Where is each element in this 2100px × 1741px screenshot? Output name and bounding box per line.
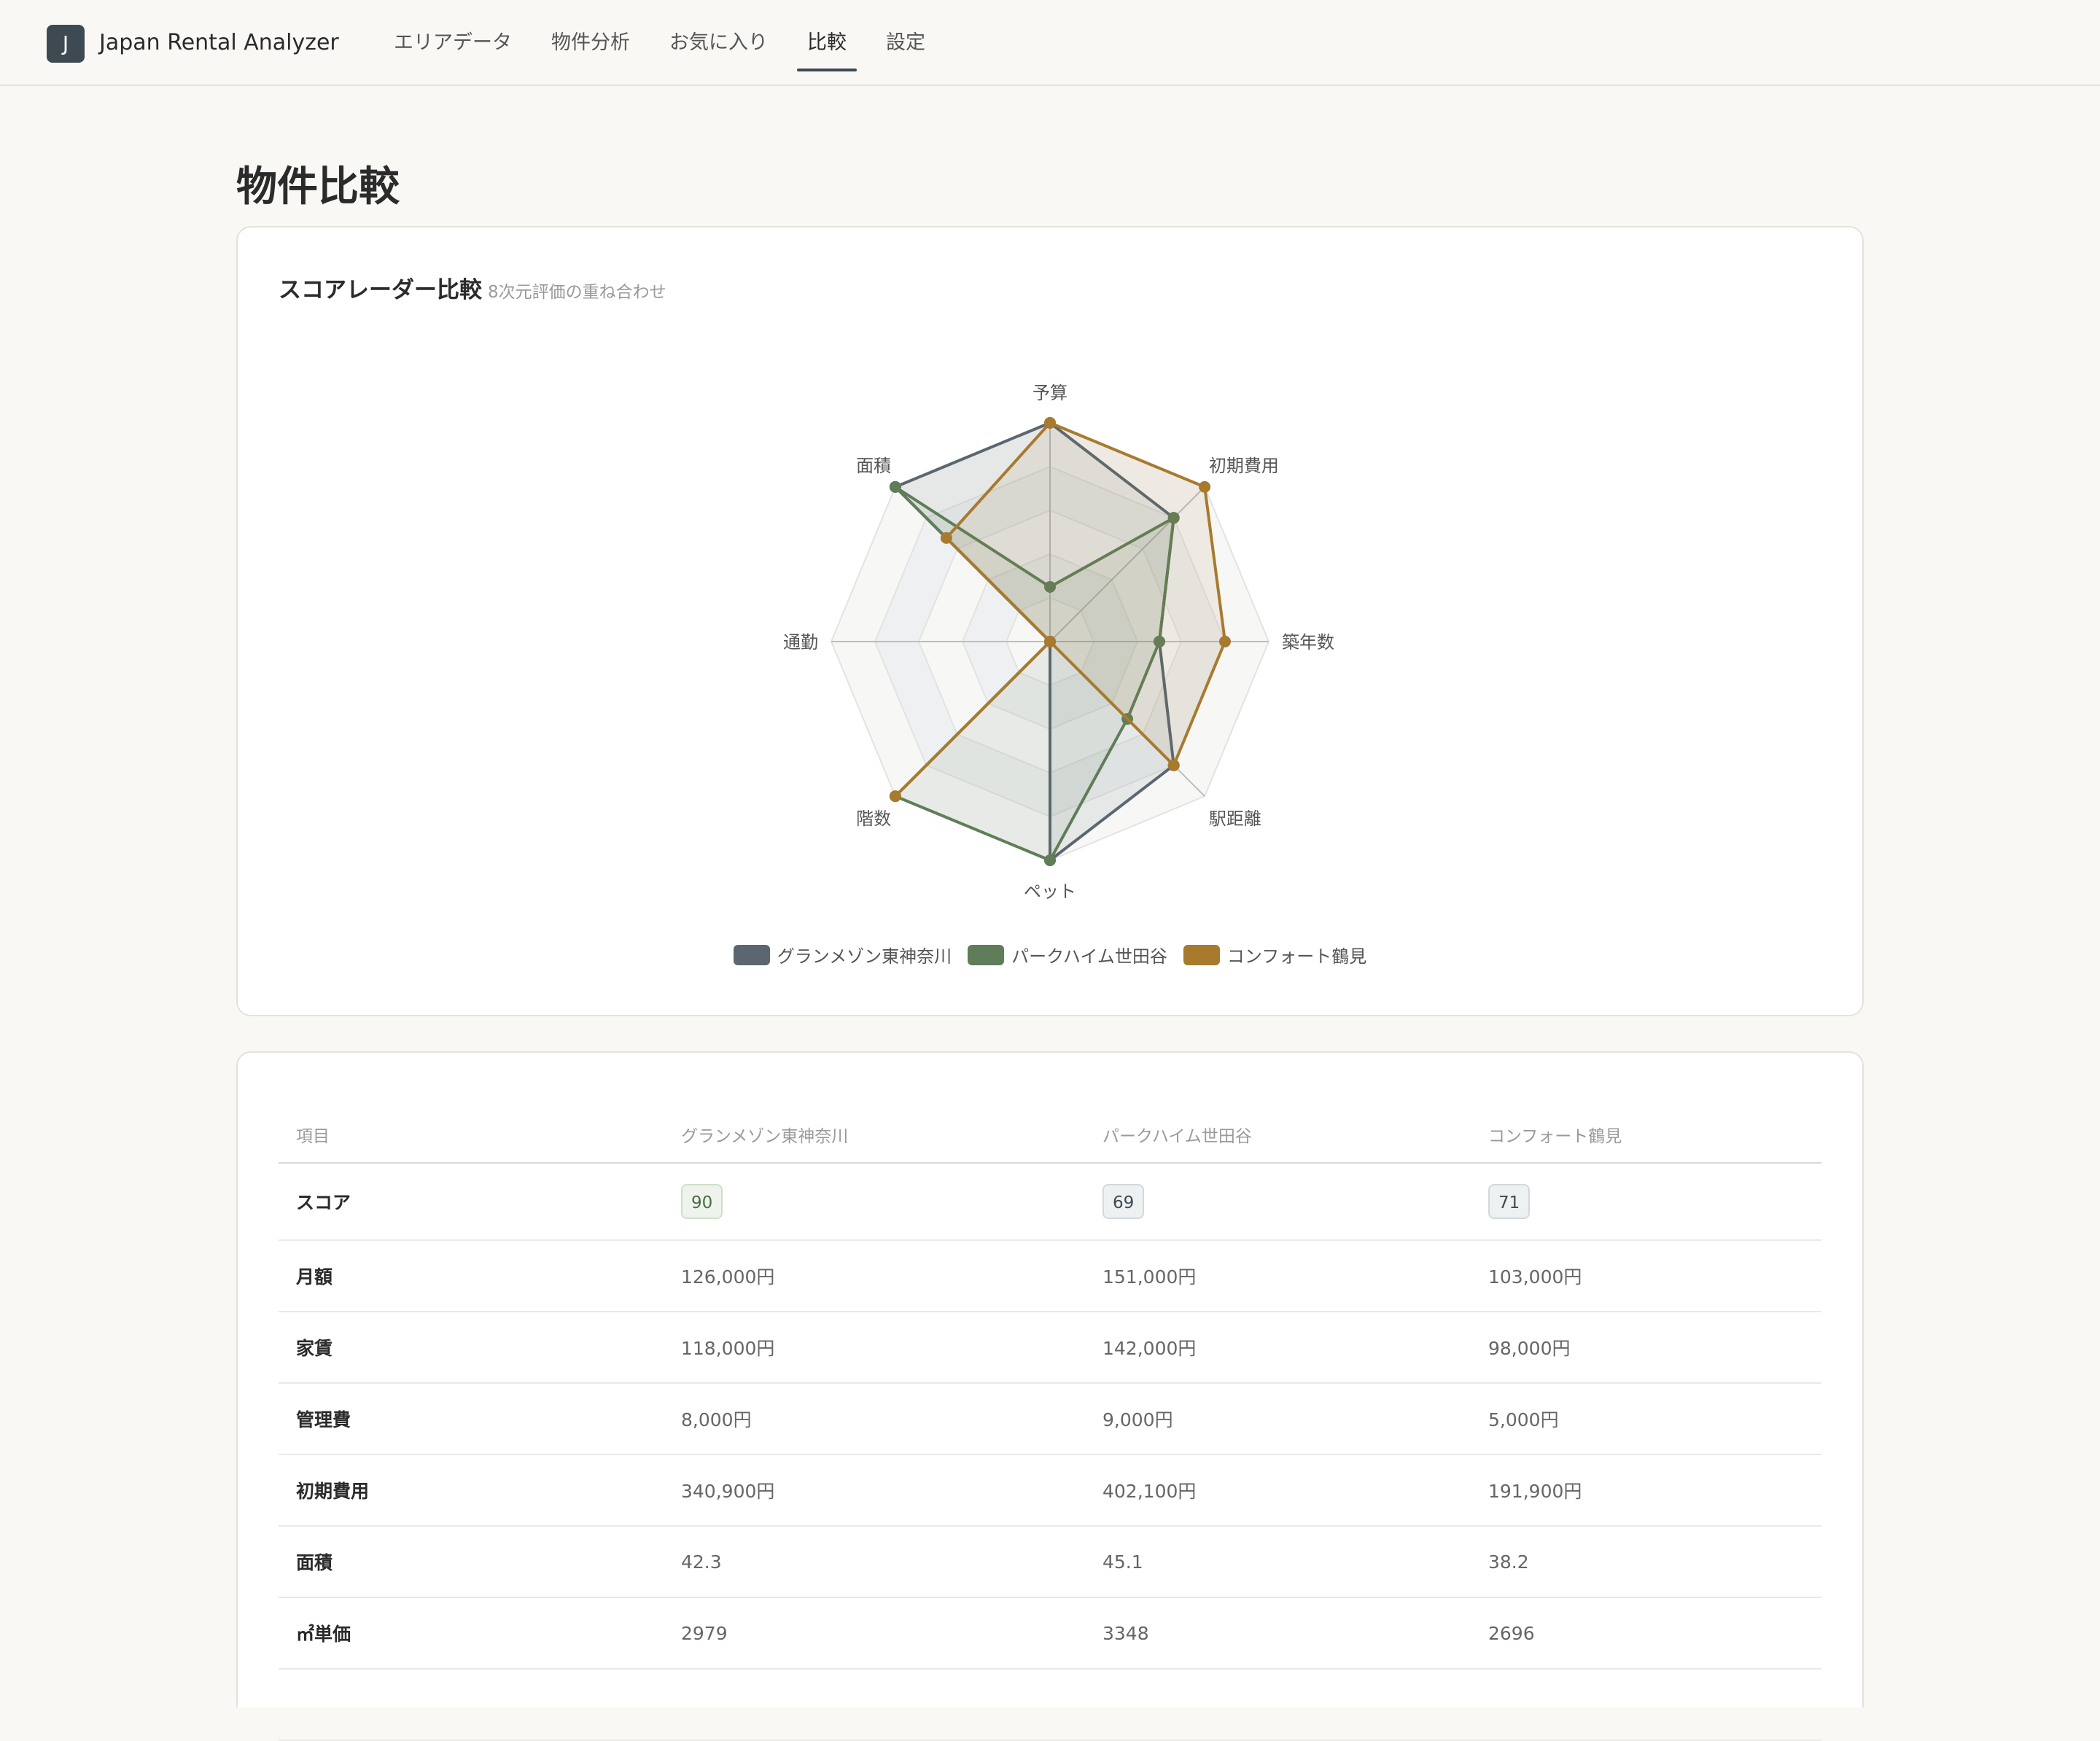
table-row: ㎡単価 2979 3348 2696	[279, 1597, 1821, 1670]
table-cell: 191,900円	[1471, 1454, 1821, 1527]
radar-data-point	[1044, 854, 1056, 866]
table-cell: 126,000円	[664, 1240, 1085, 1312]
score-badge: 71	[1488, 1184, 1531, 1219]
radar-data-point	[889, 790, 901, 803]
row-label: 管理費	[279, 1383, 664, 1455]
table-row: 初期費用 340,900円 402,100円 191,900円	[279, 1454, 1821, 1527]
legend-item-parkheim[interactable]: パークハイム世田谷	[968, 942, 1167, 967]
logo-letter: J	[62, 31, 69, 55]
radar-axis-label: 駅距離	[1209, 809, 1261, 829]
radar-axis-label: 築年数	[1282, 632, 1334, 653]
table-cell	[1085, 1669, 1471, 1741]
table-cell	[664, 1669, 1085, 1741]
radar-axis-label: 予算	[1032, 383, 1068, 403]
radar-chart: 予算初期費用築年数駅距離ペット 階数 通勤 面積	[783, 383, 1334, 902]
table-cell: 8,000円	[664, 1383, 1085, 1455]
row-label: 初期費用	[279, 1454, 664, 1527]
row-label: スコア	[279, 1163, 664, 1241]
legend-label: パークハイム世田谷	[1011, 946, 1167, 967]
score-badge: 90	[681, 1184, 723, 1219]
comparison-table-card: 項目 グランメゾン東神奈川 パークハイム世田谷 コンフォート鶴見 スコア 90 …	[236, 1051, 1864, 1741]
top-navigation-bar: J Japan Rental Analyzer エリアデータ 物件分析 お気に入…	[0, 0, 2100, 86]
nav-area-data[interactable]: エリアデータ	[379, 0, 526, 86]
radar-chart-card: スコアレーダー比較 8次元評価の重ね合わせ 予算 初期費用 築年数 駅距離 ペット 階数 通勤…	[236, 226, 1864, 1016]
table-row: 面積 42.3 45.1 38.2	[279, 1526, 1821, 1598]
nav-favorites[interactable]: お気に入り	[655, 0, 782, 86]
nav-compare[interactable]: 比較	[793, 0, 861, 86]
column-header-property: グランメゾン東神奈川	[664, 1107, 1085, 1164]
table-header-row: 項目 グランメゾン東神奈川 パークハイム世田谷 コンフォート鶴見	[279, 1107, 1821, 1164]
radar-data-point	[1199, 480, 1211, 493]
table-cell: 142,000円	[1085, 1312, 1471, 1384]
table-cell: 118,000円	[664, 1312, 1085, 1384]
radar-axis-label: 初期費用	[1209, 456, 1279, 476]
radar-axis-label: 面積	[856, 456, 891, 476]
table-cell: 69	[1085, 1163, 1471, 1241]
table-cell: 90	[664, 1163, 1085, 1241]
table-cell: 2696	[1471, 1597, 1821, 1670]
table-cell: 45.1	[1085, 1526, 1471, 1598]
legend-swatch	[733, 944, 770, 965]
radar-data-point	[1044, 417, 1056, 429]
nav-settings[interactable]: 設定	[871, 0, 940, 86]
nav-property-analysis[interactable]: 物件分析	[537, 0, 645, 86]
app-title[interactable]: Japan Rental Analyzer	[99, 26, 339, 60]
table-cell: 71	[1471, 1163, 1821, 1241]
legend-item-comfort[interactable]: コンフォート鶴見	[1183, 942, 1366, 967]
radar-data-point	[1044, 636, 1056, 647]
table-cell: 103,000円	[1471, 1240, 1821, 1312]
row-label: 面積	[279, 1526, 664, 1598]
radar-data-point	[940, 531, 952, 544]
table-cell: 9,000円	[1085, 1383, 1471, 1455]
table-cell: 3348	[1085, 1597, 1471, 1670]
table-cell: 340,900円	[664, 1454, 1085, 1527]
row-label: 家賃	[279, 1312, 664, 1384]
legend-swatch	[968, 944, 1005, 965]
radar-data-point	[1219, 636, 1231, 647]
table-row: 管理費 8,000円 9,000円 5,000円	[279, 1383, 1821, 1455]
table-row: 家賃 118,000円 142,000円 98,000円	[279, 1312, 1821, 1384]
comparison-table: 項目 グランメゾン東神奈川 パークハイム世田谷 コンフォート鶴見 スコア 90 …	[279, 1107, 1821, 1741]
column-header-property: コンフォート鶴見	[1471, 1107, 1821, 1164]
column-header-item: 項目	[279, 1107, 664, 1164]
column-header-property: パークハイム世田谷	[1085, 1107, 1471, 1164]
table-cell: 42.3	[664, 1526, 1085, 1598]
legend-swatch	[1183, 944, 1220, 965]
chart-legend: グランメゾン東神奈川 パークハイム世田谷 コンフォート鶴見	[238, 942, 1862, 967]
table-cell: 5,000円	[1471, 1383, 1821, 1455]
row-label: ㎡単価	[279, 1597, 664, 1670]
main-nav: エリアデータ 物件分析 お気に入り 比較 設定	[379, 0, 950, 86]
table-row: 月額 126,000円 151,000円 103,000円	[279, 1240, 1821, 1312]
radar-data-point	[1167, 759, 1180, 771]
row-label: 月額	[279, 1240, 664, 1312]
radar-axis-label: ペット	[1024, 881, 1076, 902]
legend-item-grandmaison[interactable]: グランメゾン東神奈川	[733, 942, 952, 967]
table-cell: 38.2	[1471, 1526, 1821, 1598]
page-title: 物件比較	[236, 163, 400, 211]
row-label	[279, 1669, 664, 1741]
radar-axis-label: 階数	[856, 809, 891, 829]
radar-axis-label: 通勤	[783, 632, 818, 653]
legend-label: コンフォート鶴見	[1226, 946, 1367, 967]
legend-label: グランメゾン東神奈川	[777, 946, 952, 967]
table-row-score: スコア 90 69 71	[279, 1163, 1821, 1241]
table-cell	[1471, 1669, 1821, 1741]
table-cell: 98,000円	[1471, 1312, 1821, 1384]
table-cell: 2979	[664, 1597, 1085, 1670]
radar-data-point	[889, 480, 901, 493]
app-logo[interactable]: J	[47, 25, 85, 63]
table-row	[279, 1669, 1821, 1741]
table-cell: 151,000円	[1085, 1240, 1471, 1312]
score-badge: 69	[1102, 1184, 1145, 1219]
table-cell: 402,100円	[1085, 1454, 1471, 1527]
